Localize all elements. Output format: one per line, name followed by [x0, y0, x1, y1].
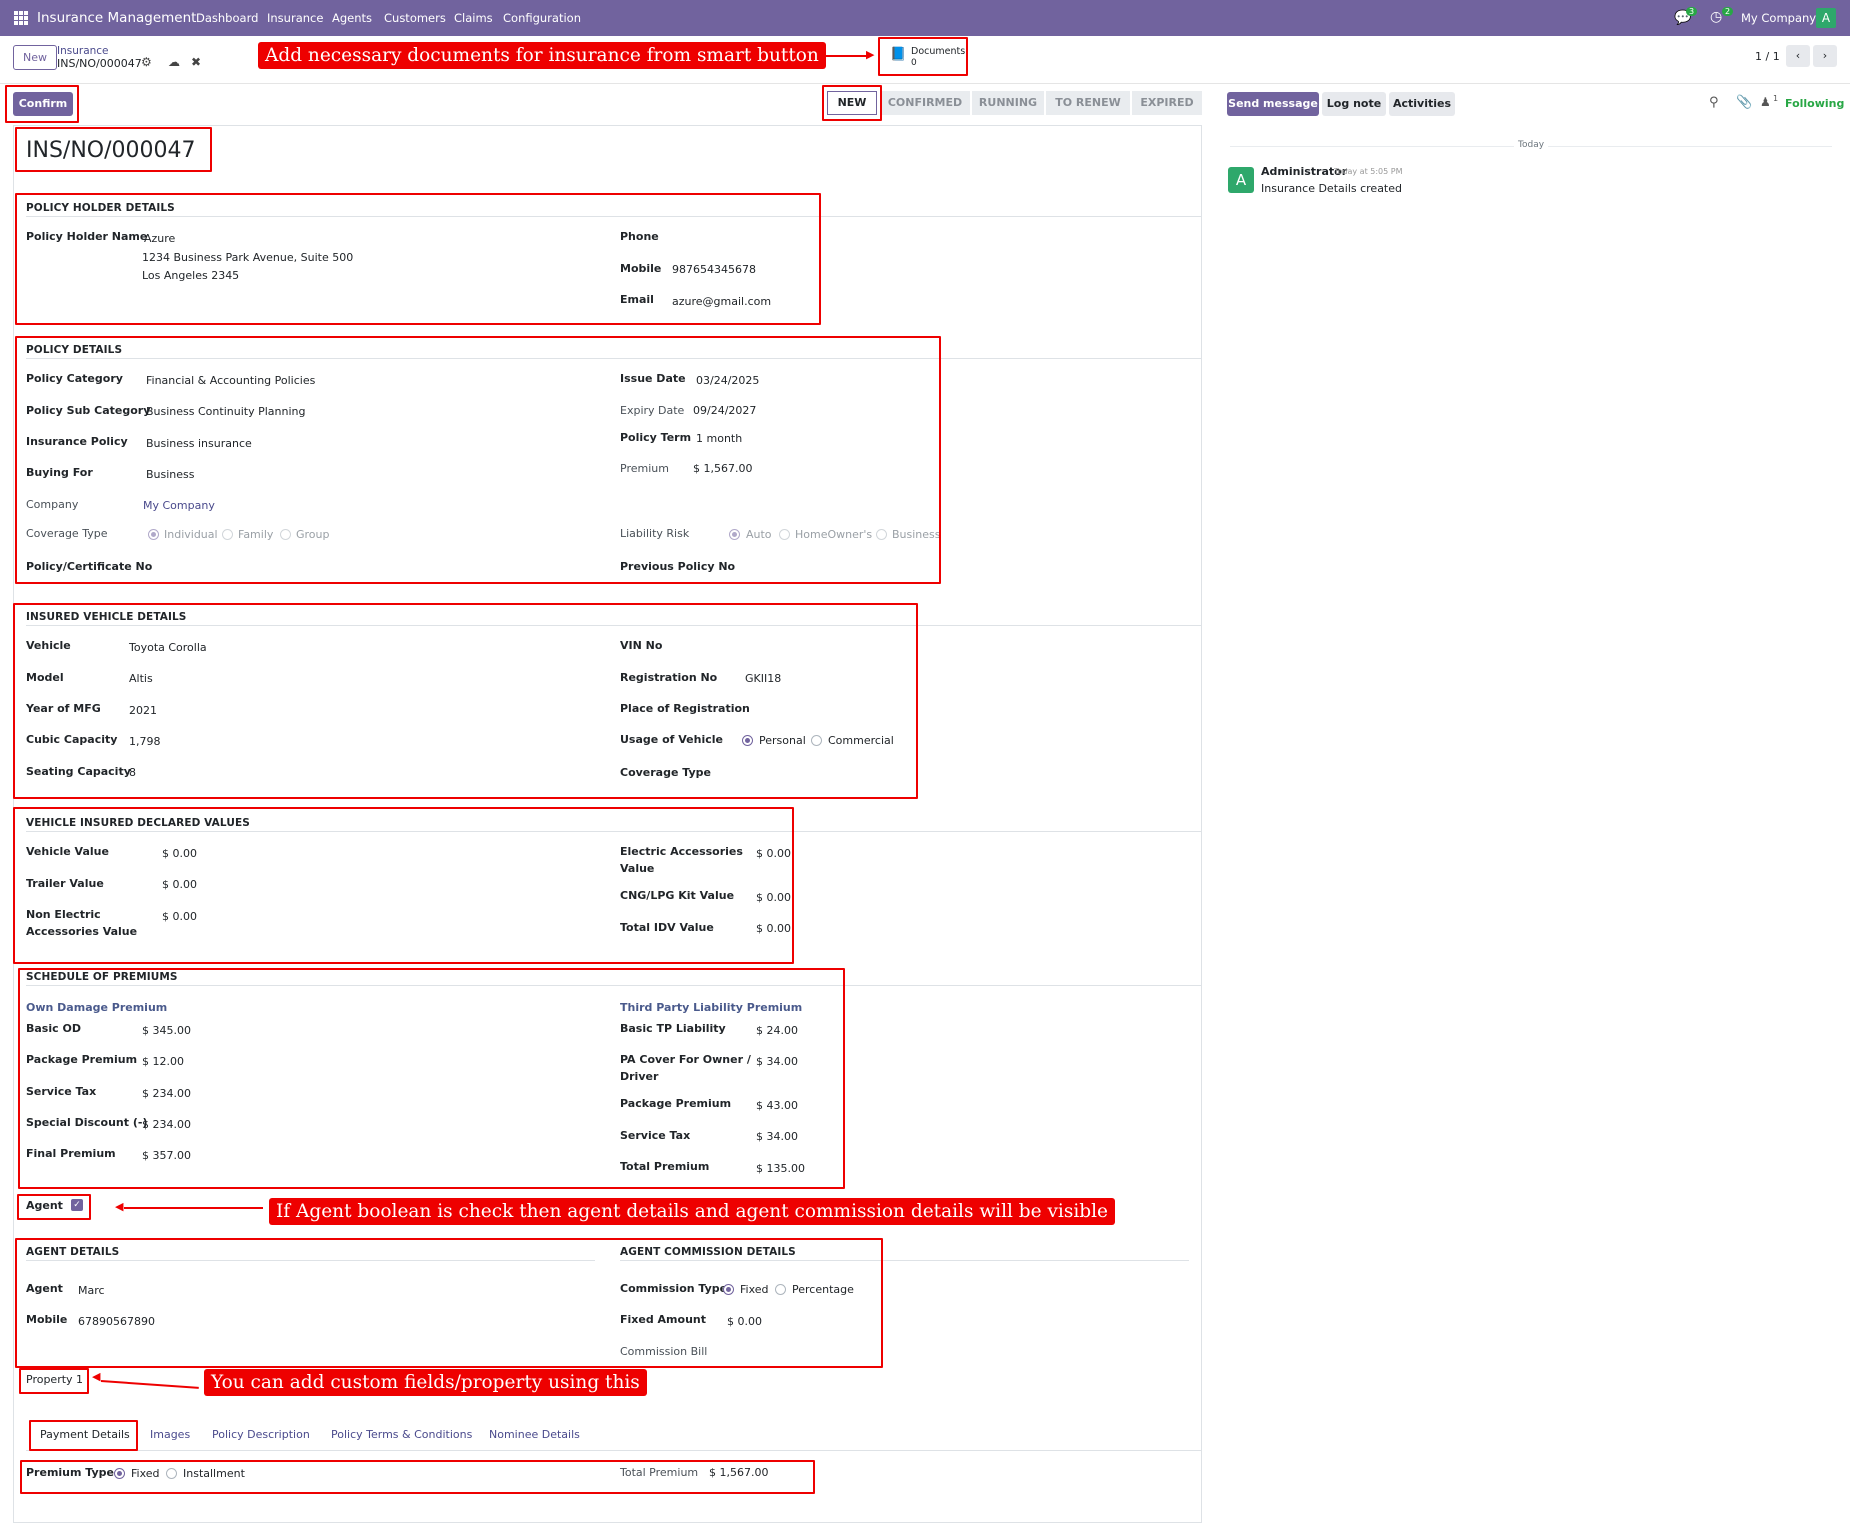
tab-policy-description[interactable]: Policy Description: [212, 1428, 310, 1441]
log-note-button[interactable]: Log note: [1322, 92, 1386, 116]
activities-button[interactable]: Activities: [1389, 92, 1455, 116]
agent-arrow: [124, 1207, 263, 1209]
tabs-divider: [26, 1450, 1202, 1451]
chatter-message: Insurance Details created: [1261, 182, 1402, 195]
documents-highlight: [878, 37, 968, 76]
tab-nominee-details[interactable]: Nominee Details: [489, 1428, 580, 1441]
menu-customers[interactable]: Customers: [384, 11, 446, 25]
stage-highlight: [822, 85, 882, 121]
new-button[interactable]: New: [13, 45, 57, 70]
stage-to-renew[interactable]: TO RENEW: [1046, 91, 1130, 115]
top-navbar: Insurance Management Dashboard Insurance…: [0, 0, 1850, 36]
property-arrowhead: ◀: [92, 1370, 101, 1383]
app-title[interactable]: Insurance Management: [37, 10, 196, 26]
followers-icon[interactable]: ♟: [1760, 95, 1771, 109]
user-avatar[interactable]: A: [1816, 8, 1836, 28]
chatter-date: Today: [1518, 140, 1545, 150]
vehicle-highlight: [13, 603, 918, 799]
documents-callout: Add necessary documents for insurance fr…: [258, 42, 826, 69]
save-cloud-icon[interactable]: ☁: [168, 55, 180, 69]
pager-value[interactable]: 1 / 1: [1755, 50, 1780, 63]
chatter-date-line-left: [1230, 146, 1514, 147]
chatter-date-line-right: [1548, 146, 1832, 147]
agent-checkbox-highlight: [17, 1194, 91, 1220]
payment-tab-highlight: [29, 1420, 138, 1451]
tab-policy-terms[interactable]: Policy Terms & Conditions: [331, 1428, 472, 1441]
breadcrumb-parent[interactable]: Insurance: [57, 45, 109, 57]
menu-dashboard[interactable]: Dashboard: [196, 11, 258, 25]
pager-prev-button[interactable]: ‹: [1786, 45, 1810, 67]
gear-icon[interactable]: ⚙: [141, 55, 152, 69]
chatter-avatar: A: [1228, 167, 1254, 193]
name-highlight: [15, 127, 212, 172]
payment-highlight: [20, 1460, 815, 1494]
send-message-button[interactable]: Send message: [1227, 92, 1319, 116]
policy-highlight: [15, 336, 941, 584]
agent-callout: If Agent boolean is check then agent det…: [269, 1198, 1115, 1225]
confirm-highlight: [5, 85, 79, 123]
apps-menu-icon[interactable]: [14, 11, 28, 25]
agent-arrowhead: ◀: [115, 1200, 124, 1213]
menu-configuration[interactable]: Configuration: [503, 11, 581, 25]
pager-next-button[interactable]: ›: [1813, 45, 1837, 67]
following-button[interactable]: Following: [1785, 97, 1844, 110]
documents-arrowhead: ▶: [866, 48, 875, 61]
stage-running[interactable]: RUNNING: [972, 91, 1044, 115]
premiums-highlight: [18, 968, 845, 1189]
holder-highlight: [15, 193, 821, 325]
declared-highlight: [13, 807, 794, 964]
documents-arrow: [823, 55, 871, 57]
activities-badge: 2: [1722, 7, 1734, 16]
menu-claims[interactable]: Claims: [454, 11, 493, 25]
tab-images[interactable]: Images: [150, 1428, 190, 1441]
property-callout: You can add custom fields/property using…: [204, 1369, 647, 1396]
stage-confirmed[interactable]: CONFIRMED: [880, 91, 970, 115]
discard-icon[interactable]: ✖: [191, 55, 201, 69]
agent-highlight: [15, 1238, 883, 1368]
chatter-time: Today at 5:05 PM: [1334, 167, 1403, 176]
messages-badge: 3: [1686, 7, 1698, 16]
property-highlight: [19, 1368, 89, 1394]
followers-count: 1: [1773, 94, 1779, 103]
menu-insurance[interactable]: Insurance: [267, 11, 323, 25]
menu-agents[interactable]: Agents: [332, 11, 372, 25]
attachment-icon[interactable]: 📎: [1736, 95, 1752, 110]
company-switcher[interactable]: My Company: [1741, 11, 1816, 25]
search-icon[interactable]: ⚲: [1709, 95, 1719, 110]
activities-icon[interactable]: ◷: [1710, 9, 1722, 25]
stage-expired[interactable]: EXPIRED: [1132, 91, 1202, 115]
breadcrumb-current: INS/NO/000047: [57, 57, 142, 70]
